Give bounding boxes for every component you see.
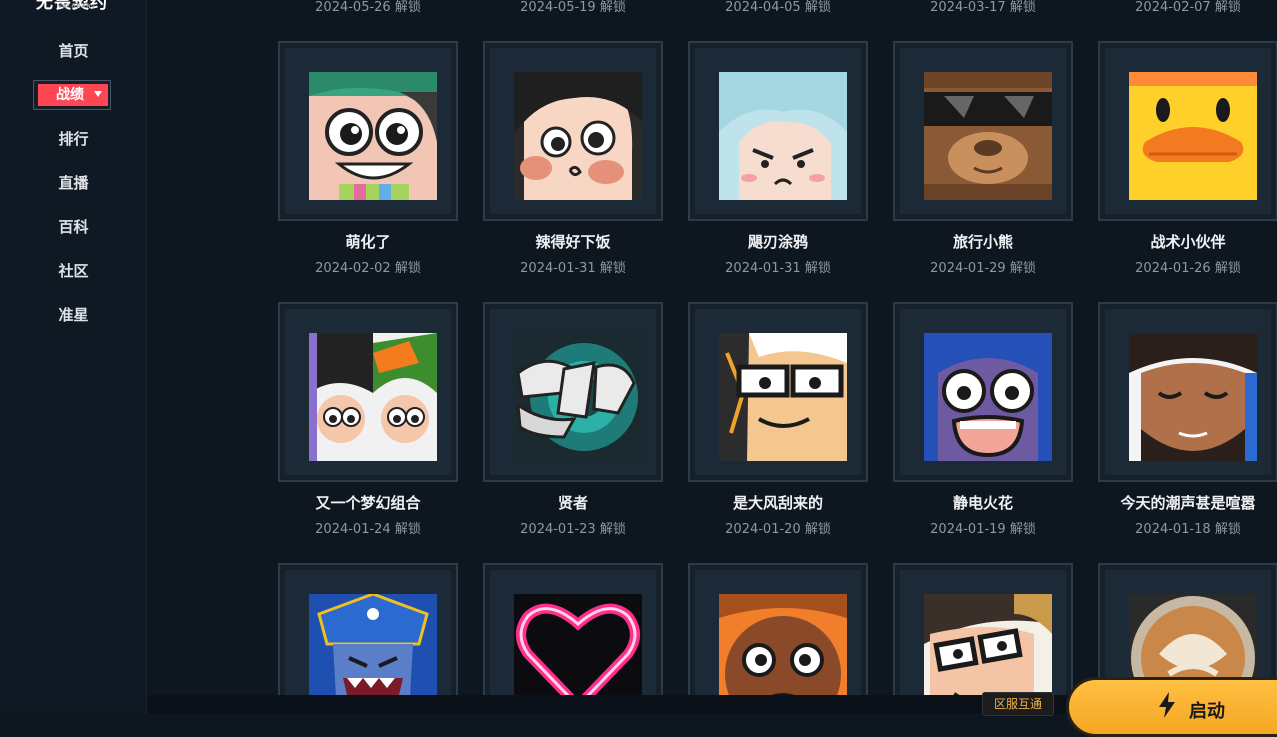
launch-button[interactable]: 启动 (1066, 677, 1277, 737)
spray-frame (1098, 302, 1277, 482)
spray-unlock-date: 2024-01-23 解锁 (520, 522, 626, 537)
spray-unlock-date: 2024-01-24 解锁 (315, 522, 421, 537)
glasses-man-icon (719, 333, 847, 461)
spray-frame (893, 302, 1073, 482)
sidebar-item-ranking[interactable]: 排行 (0, 129, 147, 149)
spray-unlock-date: 2024-01-19 解锁 (930, 522, 1036, 537)
smiling-girl-glasses-icon (309, 72, 437, 200)
neon-heart-icon (514, 594, 642, 695)
spray-frame (688, 563, 868, 695)
spray-frame (278, 41, 458, 221)
spray-frame (688, 41, 868, 221)
sidebar-item-live[interactable]: 直播 (0, 173, 147, 193)
spray-frame (1098, 563, 1277, 695)
spray-frame (893, 41, 1073, 221)
brown-face-icon (719, 594, 847, 695)
spray-title: 辣得好下饭 (535, 233, 611, 251)
sidebar-item-home[interactable]: 首页 (0, 41, 147, 61)
spray-title: 又一个梦幻组合 (315, 494, 421, 512)
spray-unlock-date: 2024-01-29 解锁 (930, 261, 1036, 276)
top-row-date: 2024-05-19 解锁 (520, 0, 626, 15)
spray-frame (688, 302, 868, 482)
spray-title: 静电火花 (952, 494, 1013, 512)
spray-title: 是大风刮来的 (732, 494, 823, 512)
region-crossplay-badge[interactable]: 区服互通 (982, 692, 1054, 716)
spray-unlock-date: 2024-01-26 解锁 (1135, 261, 1241, 276)
top-row-date: 2024-02-07 解锁 (1135, 0, 1241, 15)
spray-title: 飓刃涂鸦 (747, 233, 808, 251)
bear-sunglasses-icon (924, 72, 1052, 200)
sidebar-item-record[interactable]: 战绩 (33, 80, 111, 110)
glasses-guy-side-icon (924, 594, 1052, 695)
spray-title: 贤者 (557, 494, 588, 512)
spray-unlock-date: 2024-01-31 解锁 (725, 261, 831, 276)
yellow-duck-icon (1129, 72, 1257, 200)
spray-title: 萌化了 (345, 233, 391, 251)
spray-title: 战术小伙伴 (1150, 233, 1226, 251)
caret-down-icon (94, 91, 102, 97)
sidebar-item-record-pill[interactable]: 战绩 (38, 84, 108, 106)
spray-unlock-date: 2024-01-31 解锁 (520, 261, 626, 276)
spray-frame (1098, 41, 1277, 221)
spray-title: 今天的潮声甚是喧嚣 (1120, 494, 1256, 512)
top-row-date: 2024-05-26 解锁 (315, 0, 421, 15)
graffiti-logo-icon (514, 333, 642, 461)
angry-cyan-hair-icon (719, 72, 847, 200)
shocked-blue-hair-icon (924, 333, 1052, 461)
sidebar-item-record-label: 战绩 (56, 87, 84, 103)
spray-frame (278, 563, 458, 695)
spray-frame (278, 302, 458, 482)
launch-label: 启动 (1189, 701, 1225, 722)
screaming-pirate-icon (309, 594, 437, 695)
spray-frame (893, 563, 1073, 695)
spray-unlock-date: 2024-01-20 解锁 (725, 522, 831, 537)
duo-characters-icon (309, 333, 437, 461)
spray-unlock-date: 2024-02-02 解锁 (315, 261, 421, 276)
spray-grid: 2024-05-26 解锁 2024-05-19 解锁 2024-04-05 解… (147, 0, 1277, 695)
spray-unlock-date: 2024-01-18 解锁 (1135, 522, 1241, 537)
valorant-logo[interactable]: 无畏契约 VALORANT (36, 0, 116, 10)
bearded-man-eyes-closed-icon (1129, 333, 1257, 461)
sidebar-item-crosshair[interactable]: 准星 (0, 305, 147, 325)
spray-title: 旅行小熊 (952, 233, 1013, 251)
logo-subtitle: VALORANT (58, 4, 96, 10)
spray-frame (483, 302, 663, 482)
top-row-date: 2024-04-05 解锁 (725, 0, 831, 15)
spray-frame (483, 563, 663, 695)
top-row-date: 2024-03-17 解锁 (930, 0, 1036, 15)
spray-frame (483, 41, 663, 221)
lightning-icon (1159, 692, 1175, 718)
chubby-cheek-girl-icon (514, 72, 642, 200)
sidebar: 无畏契约 VALORANT 首页 战绩 排行 直播 百科 社区 准星 (0, 0, 147, 714)
sidebar-item-wiki[interactable]: 百科 (0, 217, 147, 237)
sidebar-item-community[interactable]: 社区 (0, 261, 147, 281)
